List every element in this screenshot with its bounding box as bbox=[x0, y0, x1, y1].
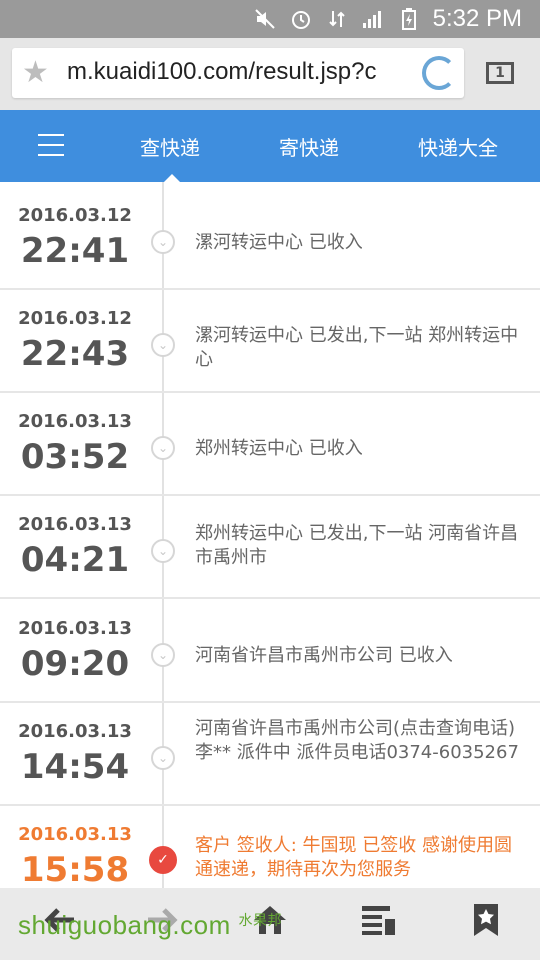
entry-time: 14:54 bbox=[20, 747, 130, 787]
chevron-down-icon: ⌄ bbox=[151, 643, 175, 667]
status-icons bbox=[254, 6, 420, 32]
reader-list-icon[interactable] bbox=[358, 900, 398, 949]
status-bar: 5:32 PM bbox=[0, 0, 540, 38]
site-nav: 查快递 寄快递 快递大全 bbox=[0, 110, 540, 182]
entry-date: 2016.03.12 bbox=[18, 308, 132, 329]
url-text[interactable]: m.kuaidi100.com/result.jsp?c bbox=[67, 58, 417, 86]
entry-description: 郑州转运中心 已收入 bbox=[195, 438, 363, 459]
mute-icon bbox=[254, 8, 276, 30]
entry-time: 22:41 bbox=[20, 231, 130, 271]
active-tab-caret bbox=[164, 174, 180, 182]
entry-date: 2016.03.13 bbox=[18, 514, 132, 535]
entry-description: 郑州转运中心 已发出,下一站 河南省许昌市禹州市 bbox=[195, 523, 519, 568]
tab-send[interactable]: 寄快递 bbox=[279, 132, 339, 161]
entry-date: 2016.03.13 bbox=[18, 824, 132, 845]
entry-description[interactable]: 河南省许昌市禹州市公司(点击查询电话)李** 派件中 派件员电话0374-603… bbox=[195, 717, 525, 765]
browser-address-bar: ★ m.kuaidi100.com/result.jsp?c bbox=[0, 38, 540, 110]
entry-date: 2016.03.13 bbox=[18, 721, 132, 742]
entry-date: 2016.03.13 bbox=[18, 618, 132, 639]
menu-icon[interactable] bbox=[38, 134, 64, 156]
tab-switcher-icon[interactable]: 1 bbox=[486, 62, 514, 84]
timeline-entry-latest: 2016.03.13 15:58 ✓ 客户 签收人: 牛国现 已签收 感谢使用圆… bbox=[0, 806, 540, 888]
chevron-down-icon: ⌄ bbox=[151, 230, 175, 254]
chevron-down-icon: ⌄ bbox=[151, 539, 175, 563]
bookmark-star-icon[interactable]: ★ bbox=[22, 58, 49, 88]
signal-icon bbox=[362, 8, 384, 30]
bookmarks-icon[interactable] bbox=[466, 900, 506, 949]
timeline-entry: 2016.03.12 22:41 ⌄ 漯河转运中心 已收入 bbox=[0, 187, 540, 290]
timeline-entry: 2016.03.13 09:20 ⌄ 河南省许昌市禹州市公司 已收入 bbox=[0, 600, 540, 703]
entry-description: 漯河转运中心 已收入 bbox=[195, 232, 363, 253]
watermark-cn: 水果邦 bbox=[238, 913, 282, 929]
check-circle-icon: ✓ bbox=[149, 846, 177, 874]
entry-date: 2016.03.12 bbox=[18, 205, 132, 226]
chevron-down-icon: ⌄ bbox=[151, 436, 175, 460]
entry-time: 22:43 bbox=[20, 334, 130, 374]
entry-description: 漯河转运中心 已发出,下一站 郑州转运中心 bbox=[195, 325, 519, 370]
tracking-timeline: 2016.03.12 22:41 ⌄ 漯河转运中心 已收入 2016.03.12… bbox=[0, 182, 540, 888]
chevron-down-icon: ⌄ bbox=[151, 746, 175, 770]
chevron-down-icon: ⌄ bbox=[151, 333, 175, 357]
entry-description: 客户 签收人: 牛国现 已签收 感谢使用圆通速递，期待再次为您服务 bbox=[195, 835, 512, 880]
entry-description: 河南省许昌市禹州市公司 已收入 bbox=[195, 645, 453, 666]
alarm-icon bbox=[290, 8, 312, 30]
timeline-entry: 2016.03.12 22:43 ⌄ 漯河转运中心 已发出,下一站 郑州转运中心 bbox=[0, 290, 540, 393]
battery-charging-icon bbox=[398, 8, 420, 30]
watermark: shuiguobang.com 水果邦 bbox=[18, 910, 282, 941]
entry-time: 03:52 bbox=[20, 437, 130, 477]
data-transfer-icon bbox=[326, 8, 348, 30]
reload-icon[interactable] bbox=[422, 56, 456, 90]
timeline-entry: 2016.03.13 04:21 ⌄ 郑州转运中心 已发出,下一站 河南省许昌市… bbox=[0, 496, 540, 599]
tab-query[interactable]: 查快递 bbox=[140, 132, 200, 161]
status-time: 5:32 PM bbox=[432, 5, 522, 32]
url-field[interactable]: ★ m.kuaidi100.com/result.jsp?c bbox=[12, 48, 464, 98]
timeline-entry: 2016.03.13 14:54 ⌄ 河南省许昌市禹州市公司(点击查询电话)李*… bbox=[0, 703, 540, 806]
entry-date: 2016.03.13 bbox=[18, 411, 132, 432]
entry-time: 04:21 bbox=[20, 540, 130, 580]
watermark-text: shuiguobang.com bbox=[18, 910, 231, 940]
entry-time: 15:58 bbox=[20, 850, 130, 888]
tab-directory[interactable]: 快递大全 bbox=[418, 132, 498, 161]
timeline-entry: 2016.03.13 03:52 ⌄ 郑州转运中心 已收入 bbox=[0, 393, 540, 496]
entry-time: 09:20 bbox=[20, 644, 130, 684]
